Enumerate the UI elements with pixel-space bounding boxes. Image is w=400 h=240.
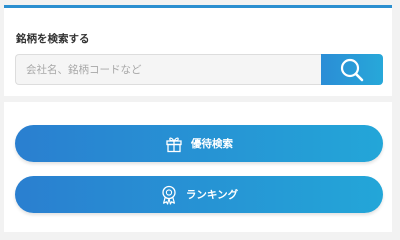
benefit-search-label: 優待検索: [191, 138, 233, 150]
ranking-button[interactable]: ランキング: [15, 176, 383, 213]
search-icon: [337, 57, 367, 83]
menu-panel: 優待検索 ランキング: [4, 102, 392, 232]
search-section-title: 銘柄を検索する: [16, 33, 90, 45]
stock-search-panel: 銘柄を検索する: [4, 5, 392, 96]
search-button[interactable]: [321, 54, 383, 85]
award-medal-icon: [160, 185, 178, 205]
ranking-label: ランキング: [185, 189, 239, 201]
search-input[interactable]: [15, 54, 321, 85]
search-bar: [15, 54, 383, 85]
benefit-search-button[interactable]: 優待検索: [15, 125, 383, 162]
gift-icon: [165, 135, 183, 153]
